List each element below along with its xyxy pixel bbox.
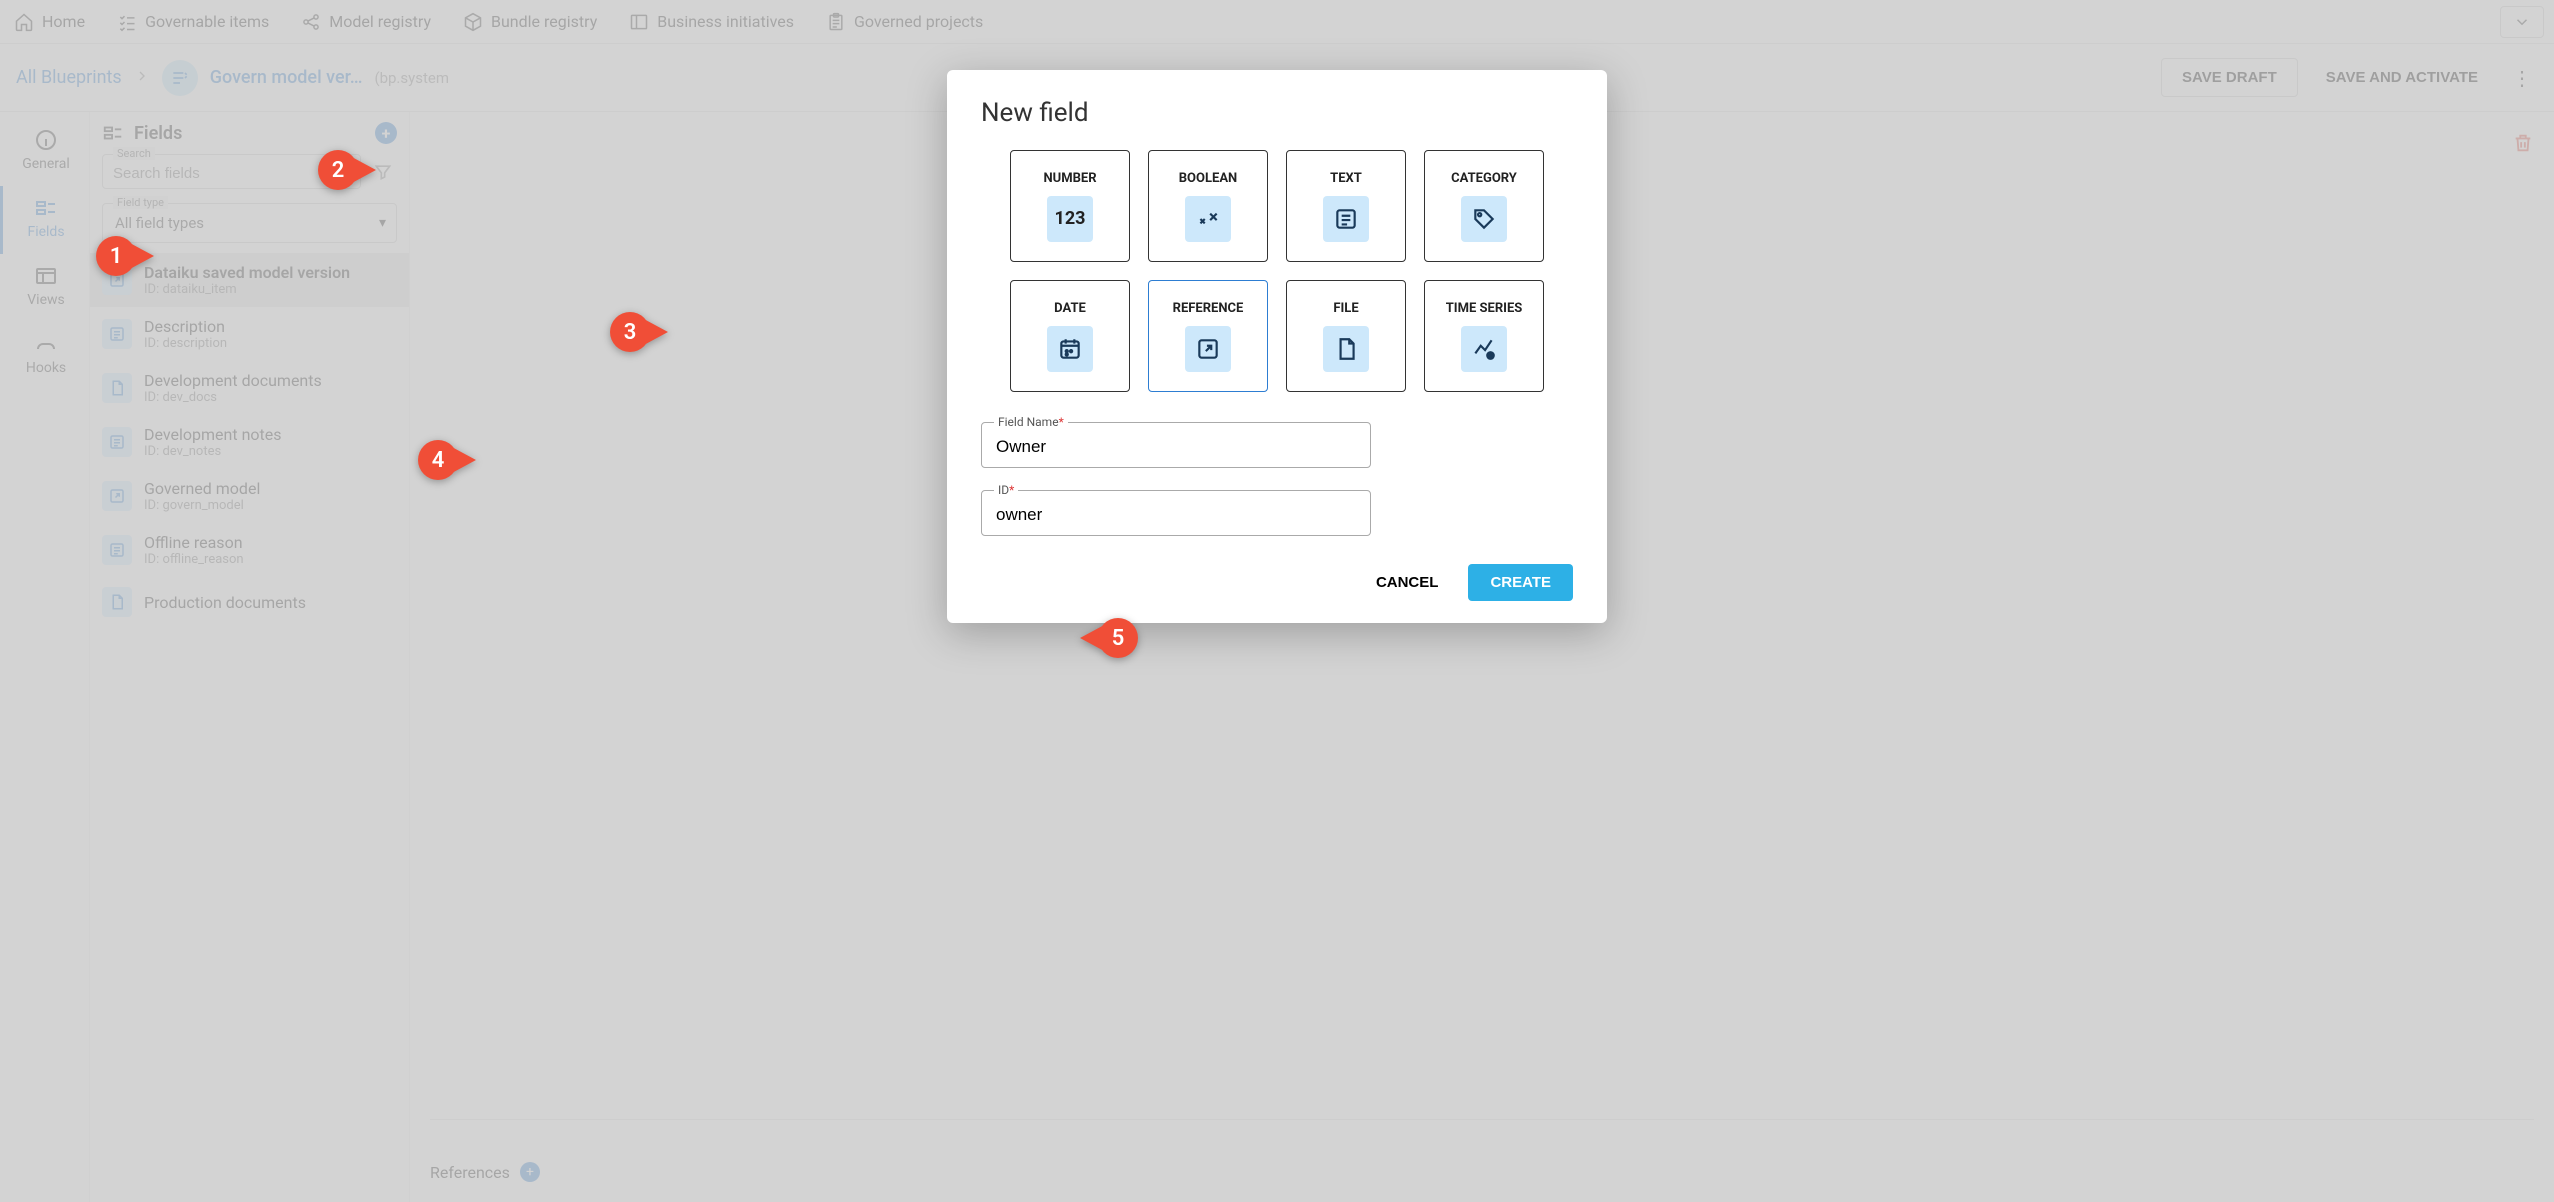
field-id-label: ID* [994, 483, 1018, 497]
type-card-boolean[interactable]: BOOLEAN [1148, 150, 1268, 262]
annotation-marker-5: 5 [1080, 618, 1138, 658]
tag-icon [1461, 196, 1507, 242]
type-label: REFERENCE [1173, 301, 1244, 316]
text-icon [1323, 196, 1369, 242]
number-icon: 123 [1047, 196, 1093, 242]
reference-icon [1185, 326, 1231, 372]
annotation-marker-4: 4 [418, 440, 476, 480]
modal-title: New field [981, 98, 1573, 128]
type-label: BOOLEAN [1179, 171, 1237, 186]
type-card-date[interactable]: DATE [1010, 280, 1130, 392]
annotation-marker-2: 2 [318, 150, 376, 190]
boolean-icon [1185, 196, 1231, 242]
time-series-icon [1461, 326, 1507, 372]
modal-overlay: New field NUMBER 123 BOOLEAN TEXT CATEGO… [0, 0, 2554, 1202]
field-name-input-wrap: Field Name* [981, 422, 1371, 468]
field-name-input[interactable] [996, 437, 1356, 457]
type-label: DATE [1054, 301, 1086, 316]
annotation-marker-1: 1 [96, 236, 154, 276]
create-button[interactable]: CREATE [1468, 564, 1573, 601]
file-icon [1323, 326, 1369, 372]
type-card-number[interactable]: NUMBER 123 [1010, 150, 1130, 262]
type-card-text[interactable]: TEXT [1286, 150, 1406, 262]
type-card-file[interactable]: FILE [1286, 280, 1406, 392]
field-id-input[interactable] [996, 505, 1356, 525]
calendar-icon [1047, 326, 1093, 372]
type-label: TIME SERIES [1446, 301, 1523, 316]
new-field-modal: New field NUMBER 123 BOOLEAN TEXT CATEGO… [947, 70, 1607, 623]
type-card-category[interactable]: CATEGORY [1424, 150, 1544, 262]
type-card-reference[interactable]: REFERENCE [1148, 280, 1268, 392]
type-label: TEXT [1330, 171, 1362, 186]
type-label: FILE [1333, 301, 1358, 316]
field-name-label: Field Name* [994, 415, 1068, 429]
type-label: NUMBER [1043, 171, 1096, 186]
type-label: CATEGORY [1451, 171, 1517, 186]
cancel-button[interactable]: CANCEL [1360, 564, 1455, 601]
field-type-grid: NUMBER 123 BOOLEAN TEXT CATEGORY DATE RE… [981, 150, 1573, 392]
field-id-input-wrap: ID* [981, 490, 1371, 536]
type-card-time-series[interactable]: TIME SERIES [1424, 280, 1544, 392]
annotation-marker-3: 3 [610, 312, 668, 352]
